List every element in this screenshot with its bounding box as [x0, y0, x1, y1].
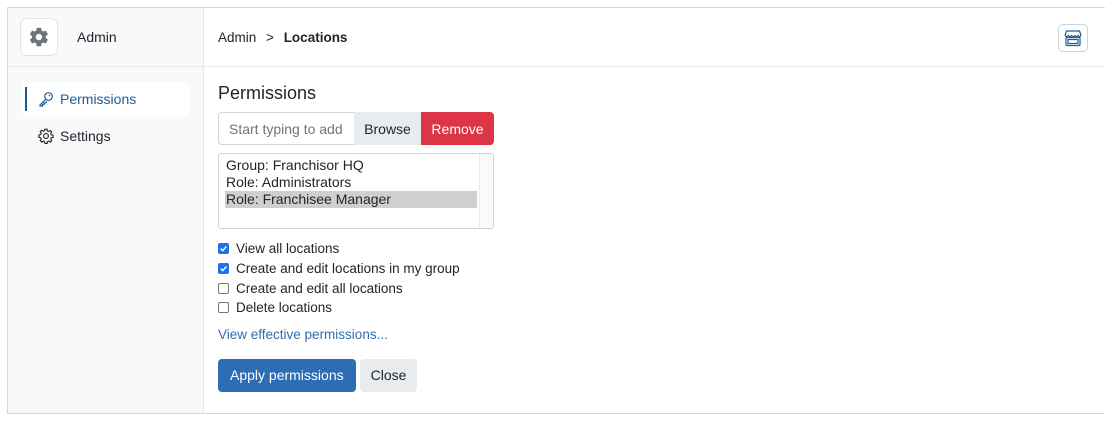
view-effective-permissions-link[interactable]: View effective permissions...: [218, 327, 388, 342]
checkbox-label: Delete locations: [236, 300, 333, 316]
sidebar-item-label: Permissions: [60, 91, 137, 107]
brand-title: Admin: [77, 29, 117, 45]
sidebar: Admin Permissions Settings: [8, 8, 204, 413]
checkbox-delete-locations[interactable]: Delete locations: [218, 298, 1091, 318]
checkbox-label: Create and edit locations in my group: [236, 261, 460, 277]
store-button[interactable]: [1058, 24, 1088, 52]
breadcrumb-separator: >: [266, 29, 274, 45]
apply-permissions-button[interactable]: Apply permissions: [218, 358, 356, 392]
checkbox[interactable]: [218, 243, 229, 255]
sidebar-nav: Permissions Settings: [8, 67, 203, 153]
page-title: Permissions: [218, 83, 317, 103]
key-icon: [38, 91, 54, 107]
permission-checkboxes: View all locations Create and edit locat…: [218, 239, 1091, 318]
sidebar-item-label: Settings: [60, 128, 111, 144]
principal-search-input[interactable]: [218, 112, 354, 145]
app-window: Admin Permissions Settings Admin > Locat…: [7, 7, 1105, 414]
checkbox-create-edit-all[interactable]: Create and edit all locations: [218, 278, 1091, 298]
checkbox-view-all-locations[interactable]: View all locations: [218, 239, 1091, 259]
principal-listbox[interactable]: Group: Franchisor HQ Role: Administrator…: [218, 153, 494, 229]
list-item[interactable]: Group: Franchisor HQ: [225, 157, 477, 174]
gear-outline-icon: [38, 128, 54, 144]
checkbox-label: Create and edit all locations: [236, 280, 403, 296]
remove-button[interactable]: Remove: [421, 112, 494, 145]
browse-button[interactable]: Browse: [354, 112, 421, 145]
topbar: Admin > Locations: [204, 8, 1105, 67]
sidebar-item-permissions[interactable]: Permissions: [22, 82, 189, 116]
main-panel: Admin > Locations Permissions Start typi…: [204, 8, 1105, 413]
breadcrumb-root[interactable]: Admin: [218, 30, 256, 45]
listbox-scrollbar[interactable]: [479, 154, 493, 228]
list-item[interactable]: Role: Administrators: [225, 174, 477, 191]
checkbox-create-edit-my-group[interactable]: Create and edit locations in my group: [218, 259, 1091, 279]
checkbox[interactable]: [218, 282, 229, 294]
permissions-panel: Permissions Browse Remove Group: Franchi…: [204, 67, 1105, 407]
checkbox[interactable]: [218, 302, 229, 314]
store-icon: [1063, 29, 1083, 47]
form-actions: Apply permissions Close: [218, 358, 1091, 392]
checkbox-label: View all locations: [236, 241, 340, 257]
gear-icon[interactable]: [20, 18, 58, 56]
checkbox[interactable]: [218, 263, 229, 275]
breadcrumb: Admin > Locations: [218, 30, 347, 45]
list-item-selected[interactable]: Role: Franchisee Manager: [225, 191, 477, 208]
breadcrumb-current: Locations: [283, 29, 348, 45]
principal-picker: Browse Remove: [218, 112, 494, 145]
sidebar-item-settings[interactable]: Settings: [22, 119, 189, 153]
brand: Admin: [8, 8, 203, 67]
close-button[interactable]: Close: [359, 358, 418, 392]
